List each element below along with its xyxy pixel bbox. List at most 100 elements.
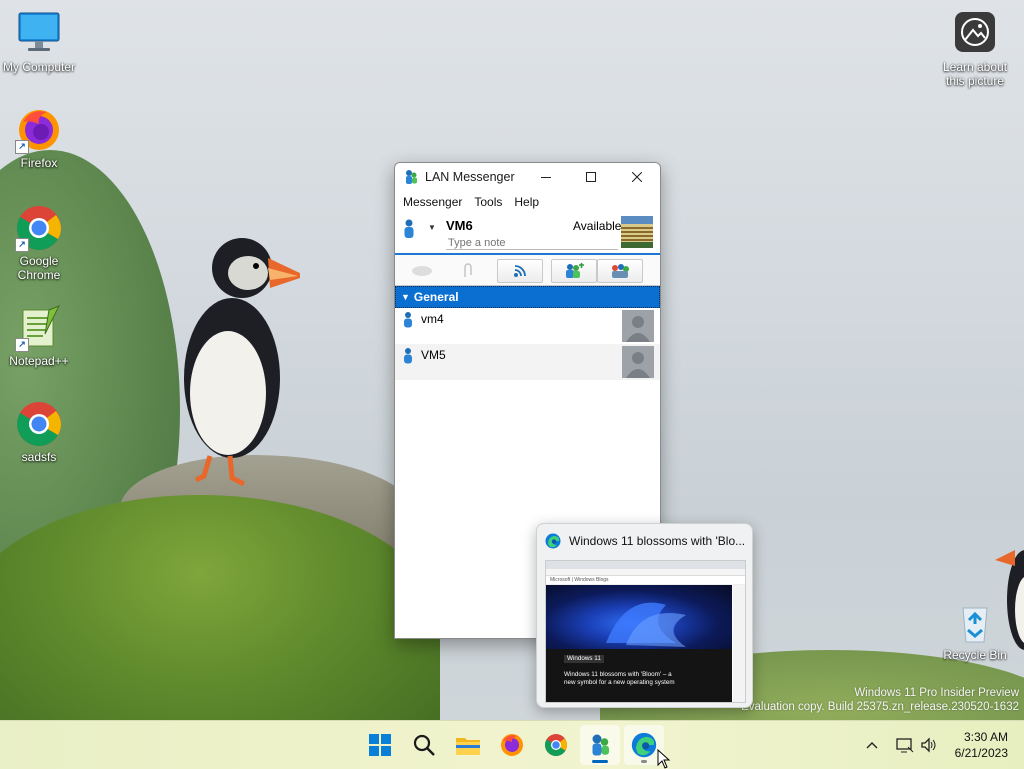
desktop-icon-google-chrome[interactable]: ↗ Google Chrome [0, 204, 78, 282]
camera-info-icon [951, 10, 999, 58]
status-dropdown-icon[interactable]: ▼ [428, 223, 436, 232]
search-button[interactable] [404, 725, 444, 765]
firefox-taskbar-button[interactable] [492, 725, 532, 765]
menu-messenger[interactable]: Messenger [397, 195, 468, 209]
chat-icon [412, 266, 432, 276]
contact-avatar [622, 346, 654, 378]
desktop-icon-label: sadsfs [21, 450, 57, 464]
desktop-icon-label: Firefox [20, 156, 58, 170]
contact-row[interactable]: VM5 [395, 344, 660, 380]
chrome-icon: ↗ [15, 204, 63, 252]
preview-addressbar [546, 569, 745, 576]
desktop-icon-recycle-bin[interactable]: Recycle Bin [936, 598, 1014, 662]
watermark-line-1: Windows 11 Pro Insider Preview [854, 687, 1019, 699]
desktop-icon-my-computer[interactable]: My Computer [0, 10, 78, 74]
chrome-icon [545, 734, 567, 756]
menu-bar: Messenger Tools Help [395, 191, 660, 213]
menu-tools[interactable]: Tools [468, 195, 508, 209]
preview-header: Windows 11 blossoms with 'Blo... [537, 524, 752, 558]
contact-name: VM5 [421, 348, 446, 362]
preview-title: Windows 11 blossoms with 'Blo... [569, 534, 746, 548]
close-icon [631, 172, 642, 182]
puffin-image [184, 238, 300, 487]
minimize-button[interactable] [523, 163, 568, 191]
preview-scrollbar [733, 585, 745, 702]
lan-messenger-icon [592, 734, 609, 756]
edge-icon [545, 533, 561, 549]
shortcut-arrow-icon: ↗ [15, 238, 29, 252]
desktop-icon-sadsfs[interactable]: sadsfs [0, 400, 78, 464]
preview-page-nav: Microsoft | Windows Blogs [546, 576, 745, 585]
desktop-icon-label: Google Chrome [17, 254, 61, 282]
speaker-icon [921, 737, 936, 753]
notepad-plus-plus-icon: ↗ [15, 304, 63, 352]
watermark-line-2: Evaluation copy. Build 25375.zn_release.… [741, 701, 1019, 713]
maximize-button[interactable] [568, 163, 613, 191]
desktop-icon-label: Notepad++ [9, 354, 69, 368]
preview-headline-2: new symbol for a new operating system [564, 679, 675, 686]
user-avatar[interactable] [621, 216, 653, 248]
chat-button[interactable] [399, 259, 445, 283]
active-indicator [592, 760, 608, 763]
desktop-icon-learn-about-picture[interactable]: Learn about this picture [936, 10, 1014, 88]
edge-thumbnail-preview[interactable]: Windows 11 blossoms with 'Blo... Microso… [536, 523, 753, 708]
group-header-general[interactable]: ▼ General [395, 286, 660, 308]
contact-status-icon [404, 312, 412, 328]
recycle-bin-icon [951, 598, 999, 646]
volume-tray-button[interactable] [918, 721, 940, 769]
broadcast-icon [514, 265, 526, 277]
monitor-icon [15, 10, 63, 58]
desktop-icon-notepad-plus-plus[interactable]: ↗ Notepad++ [0, 304, 78, 368]
expand-arrow-icon: ▼ [401, 292, 410, 302]
contact-name: vm4 [421, 312, 444, 326]
availability-status[interactable]: Available [573, 219, 621, 233]
add-contact-button[interactable] [551, 259, 597, 283]
taskbar-clock[interactable]: 3:30 AM 6/21/2023 [955, 729, 1008, 761]
start-button[interactable] [360, 725, 400, 765]
desktop-icon-label: Learn about this picture [942, 60, 1008, 88]
add-users-icon [566, 263, 584, 278]
maximize-icon [585, 172, 596, 182]
contact-avatar [622, 310, 654, 342]
minimize-icon [540, 177, 551, 178]
contact-row[interactable]: vm4 [395, 308, 660, 344]
firefox-icon [501, 734, 523, 756]
network-icon [896, 738, 914, 753]
lan-messenger-taskbar-button[interactable] [580, 725, 620, 765]
preview-headline-1: Windows 11 blossoms with 'Bloom' – a [564, 671, 672, 678]
group-icon [612, 264, 629, 278]
group-chat-button[interactable] [597, 259, 643, 283]
chevron-up-icon [866, 742, 878, 749]
taskbar: 3:30 AM 6/21/2023 [0, 720, 1024, 769]
note-input[interactable] [446, 236, 618, 250]
lan-messenger-app-icon [406, 170, 417, 184]
window-titlebar[interactable]: LAN Messenger [395, 163, 660, 191]
paperclip-icon [464, 263, 472, 277]
mouse-cursor-icon [657, 749, 671, 769]
network-tray-button[interactable] [894, 721, 916, 769]
user-status-icon[interactable] [403, 219, 415, 239]
preview-screenshot: Microsoft | Windows Blogs Windows 11 Win… [545, 560, 746, 703]
desktop-icon-firefox[interactable]: ↗ Firefox [0, 106, 78, 170]
running-indicator [641, 760, 647, 763]
menu-help[interactable]: Help [508, 195, 545, 209]
windows-logo-icon [369, 734, 391, 756]
shortcut-arrow-icon: ↗ [15, 140, 29, 154]
chrome-taskbar-button[interactable] [536, 725, 576, 765]
file-explorer-button[interactable] [448, 725, 488, 765]
send-file-button[interactable] [445, 259, 491, 283]
close-button[interactable] [614, 163, 659, 191]
preview-tabstrip [546, 561, 745, 569]
clock-time: 3:30 AM [963, 730, 1008, 744]
show-hidden-icons-button[interactable] [862, 721, 882, 769]
contact-status-icon [404, 348, 412, 364]
clock-date: 6/21/2023 [954, 746, 1008, 760]
desktop-icon-label: Recycle Bin [943, 648, 1007, 662]
chrome-icon [15, 400, 63, 448]
shortcut-arrow-icon: ↗ [15, 338, 29, 352]
broadcast-button[interactable] [497, 259, 543, 283]
windows-watermark: Windows 11 Pro Insider Preview Evaluatio… [741, 686, 1019, 714]
folder-icon [456, 738, 480, 755]
search-icon [413, 734, 435, 756]
preview-tag: Windows 11 [564, 655, 604, 663]
